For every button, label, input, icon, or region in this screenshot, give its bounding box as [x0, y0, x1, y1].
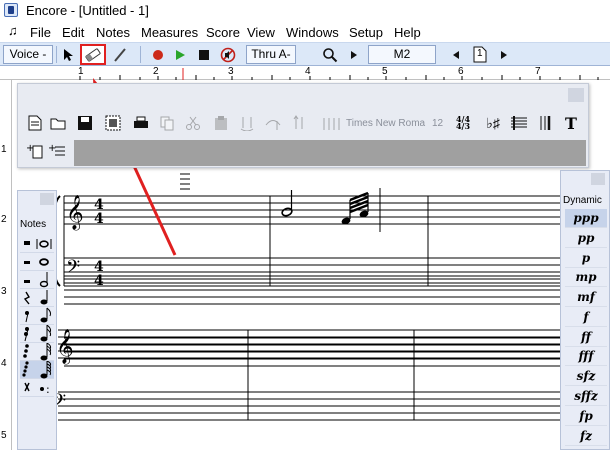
- clipboard-icon: [215, 116, 227, 130]
- dynamic-sfz[interactable]: sfz: [565, 367, 607, 386]
- note-row-whole[interactable]: [20, 235, 54, 253]
- staff-lines-button[interactable]: [510, 114, 528, 132]
- folder-open-icon: [50, 118, 66, 130]
- time-signature-button[interactable]: 4/4 4/3: [452, 114, 474, 132]
- time-sig-bottom: 4: [94, 211, 104, 227]
- eighth-note-icon: [25, 307, 52, 323]
- copy-icon: [160, 116, 174, 131]
- dynamic-sffz[interactable]: sffz: [565, 387, 607, 406]
- palette-close-button[interactable]: [568, 88, 584, 102]
- font-name-field[interactable]: Times New Roma: [346, 118, 425, 129]
- note-row-dotted[interactable]: :: [20, 379, 54, 397]
- treble-clef-2: 𝄞: [56, 329, 74, 365]
- whole-rest-note-icon: [24, 239, 52, 249]
- sixtyfourth-note-icon: [22, 360, 52, 379]
- barline-button[interactable]: [536, 114, 554, 132]
- cut-button[interactable]: [184, 114, 202, 132]
- transpose-arrows-icon: [293, 115, 303, 129]
- thirtysecond-note-icon: [23, 342, 52, 361]
- copy-button[interactable]: [158, 114, 176, 132]
- print-preview-icon: [105, 115, 121, 131]
- svg-text::: :: [46, 383, 50, 396]
- palette-gray-area: [74, 140, 586, 166]
- add-staff-icon: +: [26, 143, 43, 159]
- note-row-32nd[interactable]: [20, 342, 54, 361]
- note-row-half[interactable]: [20, 271, 54, 289]
- notes-panel-title: Notes: [20, 219, 47, 230]
- half-note-icon: [24, 272, 49, 288]
- transpose-button[interactable]: [290, 114, 308, 132]
- dynamics-panel-title: Dynamic: [563, 195, 602, 206]
- dynamic-pp[interactable]: pp: [565, 229, 607, 248]
- time-sig-bottom-bass: 4: [94, 273, 104, 289]
- text-tool-button[interactable]: T: [562, 113, 580, 133]
- note-row-whole-2[interactable]: [20, 253, 54, 271]
- dynamic-fp[interactable]: fp: [565, 407, 607, 426]
- double-barline-icon: [540, 116, 551, 130]
- whole-note-icon: [24, 258, 49, 266]
- slur-icon: [265, 120, 281, 130]
- printer-icon: [134, 116, 148, 128]
- print-preview-button[interactable]: [104, 114, 122, 132]
- time-sig-glyph: 3: [464, 121, 471, 131]
- bass-clef: 𝄢: [66, 257, 80, 282]
- floppy-disk-icon: [78, 116, 92, 130]
- time-signature-icon: 4/4 4/3: [455, 114, 471, 131]
- add-staff-button[interactable]: +: [26, 142, 44, 160]
- save-button[interactable]: [76, 114, 94, 132]
- dynamic-f[interactable]: f: [565, 308, 607, 327]
- dynamic-p[interactable]: p: [565, 249, 607, 268]
- print-button[interactable]: [132, 114, 150, 132]
- dynamic-ff[interactable]: ff: [565, 328, 607, 347]
- slur-button[interactable]: [264, 114, 282, 132]
- note-row-64th[interactable]: [20, 360, 54, 379]
- quarter-note-icon: [23, 290, 48, 305]
- notes-palette: Notes :: [17, 190, 57, 450]
- dynamics-palette: Dynamic ppp pp p mp mf f ff fff sfz sffz…: [560, 170, 610, 450]
- tuplet-icon: [323, 118, 340, 130]
- staff-lines-icon: [511, 116, 527, 130]
- sixteenth-note-icon: [24, 324, 52, 342]
- add-measure-button[interactable]: +: [48, 142, 66, 160]
- text-t-icon: T: [565, 113, 577, 133]
- dynamic-fff[interactable]: fff: [565, 347, 607, 366]
- dynamics-close-button[interactable]: [591, 173, 605, 185]
- font-size-field[interactable]: 12: [432, 118, 443, 129]
- notes-close-button[interactable]: [40, 193, 54, 205]
- new-document-icon: [28, 115, 42, 131]
- tools-palette: Times New Roma 12 4/4 4/3 ♭♯ T + +: [17, 83, 589, 168]
- scissors-icon: [186, 116, 200, 130]
- note-row-16th[interactable]: [20, 324, 54, 343]
- dynamic-mf[interactable]: mf: [565, 288, 607, 307]
- dynamic-mp[interactable]: mp: [565, 268, 607, 287]
- dynamic-ppp[interactable]: ppp: [565, 209, 607, 228]
- tied-notes-icon: [240, 117, 254, 131]
- tie-button[interactable]: [238, 114, 256, 132]
- paste-button[interactable]: [212, 114, 230, 132]
- add-measure-icon: +: [48, 143, 65, 156]
- time-sig-glyph: 4: [455, 121, 462, 131]
- open-file-button[interactable]: [50, 114, 68, 132]
- new-file-button[interactable]: [26, 114, 44, 132]
- note-row-quarter[interactable]: [20, 289, 54, 307]
- dynamic-fz[interactable]: fz: [565, 427, 607, 446]
- key-signature-icon: ♭♯: [486, 114, 500, 131]
- note-row-eighth[interactable]: [20, 307, 54, 325]
- treble-clef: 𝄞: [66, 195, 84, 231]
- svg-text:+: +: [48, 143, 56, 154]
- dot-modifier-icon: :: [24, 382, 50, 396]
- tuplet-button[interactable]: [320, 114, 342, 132]
- score-notation: 𝄞 𝄢 4 4 4 4 𝄞 𝄢: [48, 78, 585, 421]
- key-signature-button[interactable]: ♭♯: [482, 114, 504, 132]
